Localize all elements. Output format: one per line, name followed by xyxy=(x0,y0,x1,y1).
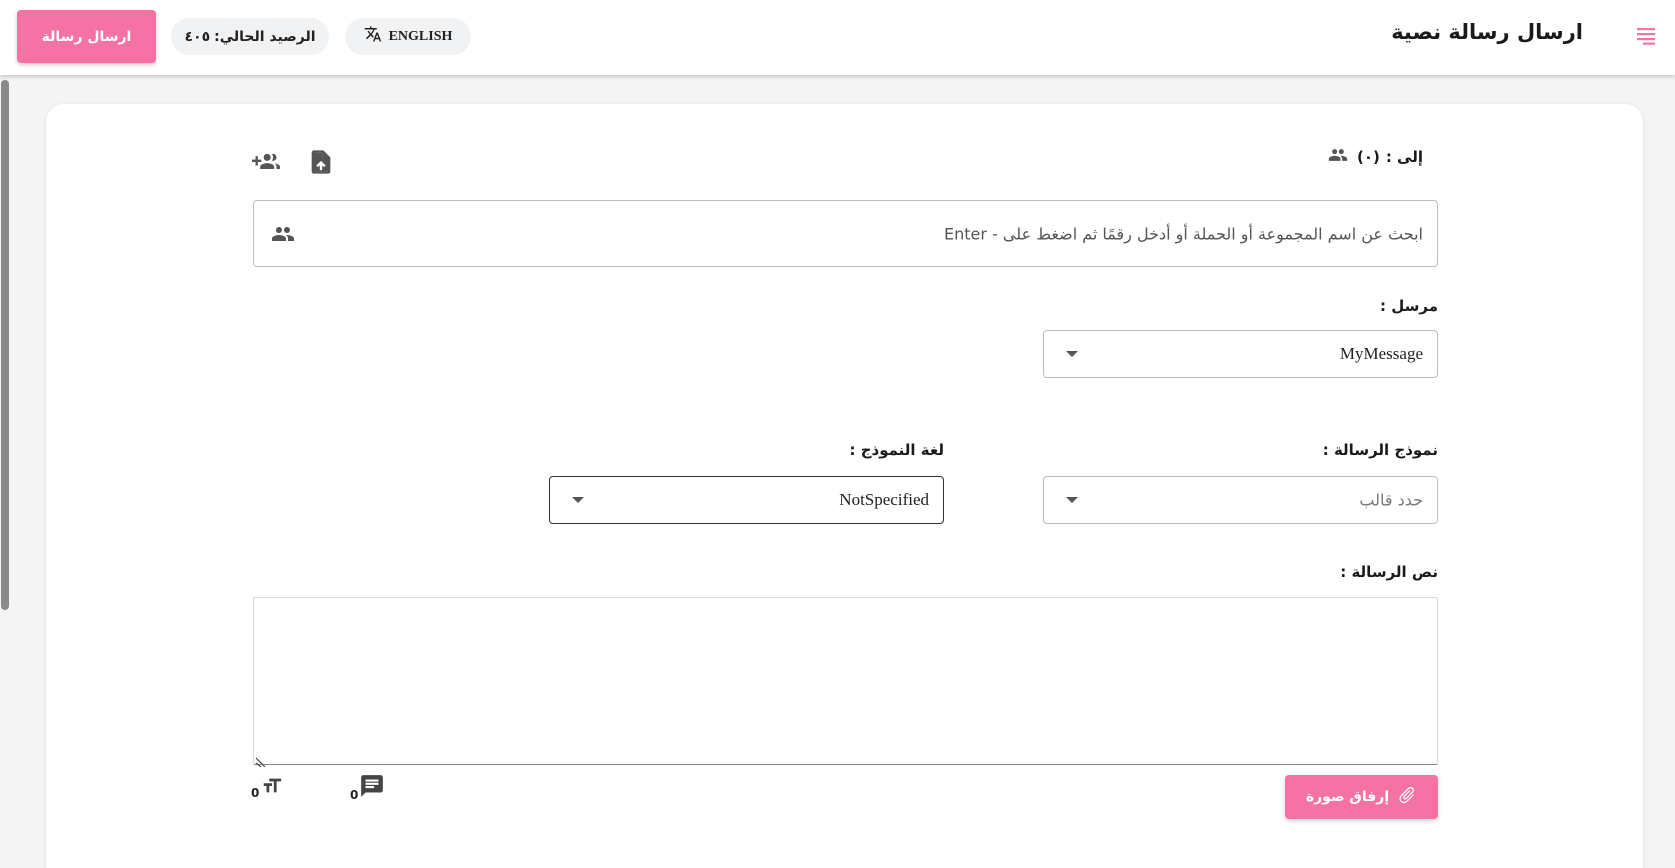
send-message-button[interactable]: ارسال رسالة xyxy=(17,10,156,63)
menu-lines-icon xyxy=(1635,25,1657,49)
add-group-button[interactable] xyxy=(250,148,282,180)
template-language-selected-value: NotSpecified xyxy=(839,490,929,509)
page-scrollbar-thumb[interactable] xyxy=(1,80,9,610)
group-icon xyxy=(1325,145,1351,169)
character-counter: 0 xyxy=(251,775,284,800)
resize-handle-icon[interactable] xyxy=(255,752,267,771)
menu-toggle-button[interactable] xyxy=(1629,20,1663,54)
sender-select[interactable]: MyMessage xyxy=(1043,330,1438,378)
recipients-count: (٠) xyxy=(1356,148,1380,166)
recipients-label: إلى : xyxy=(1385,148,1423,166)
balance-value: ٤٠٥ xyxy=(184,28,211,45)
template-label: نموذج الرسالة : xyxy=(1322,441,1438,459)
attach-image-button[interactable]: إرفاق صورة xyxy=(1285,775,1438,819)
attach-image-label: إرفاق صورة xyxy=(1305,789,1390,805)
chevron-down-icon xyxy=(1066,497,1078,503)
template-language-label: لغة النموذج : xyxy=(849,441,944,459)
group-add-icon xyxy=(250,153,282,180)
sms-icon xyxy=(359,773,385,802)
sender-label: مرسل : xyxy=(1380,297,1438,315)
page-title: ارسال رسالة نصية xyxy=(1391,20,1583,44)
template-language-select[interactable]: NotSpecified xyxy=(549,476,944,524)
translate-icon xyxy=(364,25,382,48)
balance-indicator: الرصيد الحالي: ٤٠٥ xyxy=(171,18,329,55)
recipient-search-field[interactable]: ابحث عن اسم المجموعة أو الحملة أو أدخل ر… xyxy=(253,200,1438,267)
message-counter: 0 xyxy=(350,773,385,802)
message-count: 0 xyxy=(350,788,359,802)
chevron-down-icon xyxy=(572,497,584,503)
language-button-label: ENGLISH xyxy=(388,28,453,44)
chevron-down-icon xyxy=(1066,351,1078,357)
template-select[interactable]: حدد قالب xyxy=(1043,476,1438,524)
language-switch-button[interactable]: ENGLISH xyxy=(345,18,471,55)
recipient-search-placeholder: ابحث عن اسم المجموعة أو الحملة أو أدخل ر… xyxy=(944,224,1423,243)
balance-label: الرصيد الحالي: xyxy=(214,28,316,45)
character-count: 0 xyxy=(251,786,260,800)
paperclip-icon xyxy=(1397,785,1417,809)
message-label: نص الرسالة : xyxy=(1340,563,1438,581)
upload-contacts-button[interactable] xyxy=(307,148,335,180)
sender-selected-value: MyMessage xyxy=(1339,344,1423,363)
upload-file-icon xyxy=(307,150,335,180)
group-icon xyxy=(270,222,296,250)
text-size-icon xyxy=(260,775,284,800)
recipients-header: إلى : (٠) xyxy=(1325,145,1423,169)
top-app-bar: ارسال رسالة نصية ENGLISH الرصيد الحالي: … xyxy=(0,0,1675,75)
message-textarea[interactable] xyxy=(253,597,1438,765)
template-placeholder: حدد قالب xyxy=(1359,490,1423,510)
